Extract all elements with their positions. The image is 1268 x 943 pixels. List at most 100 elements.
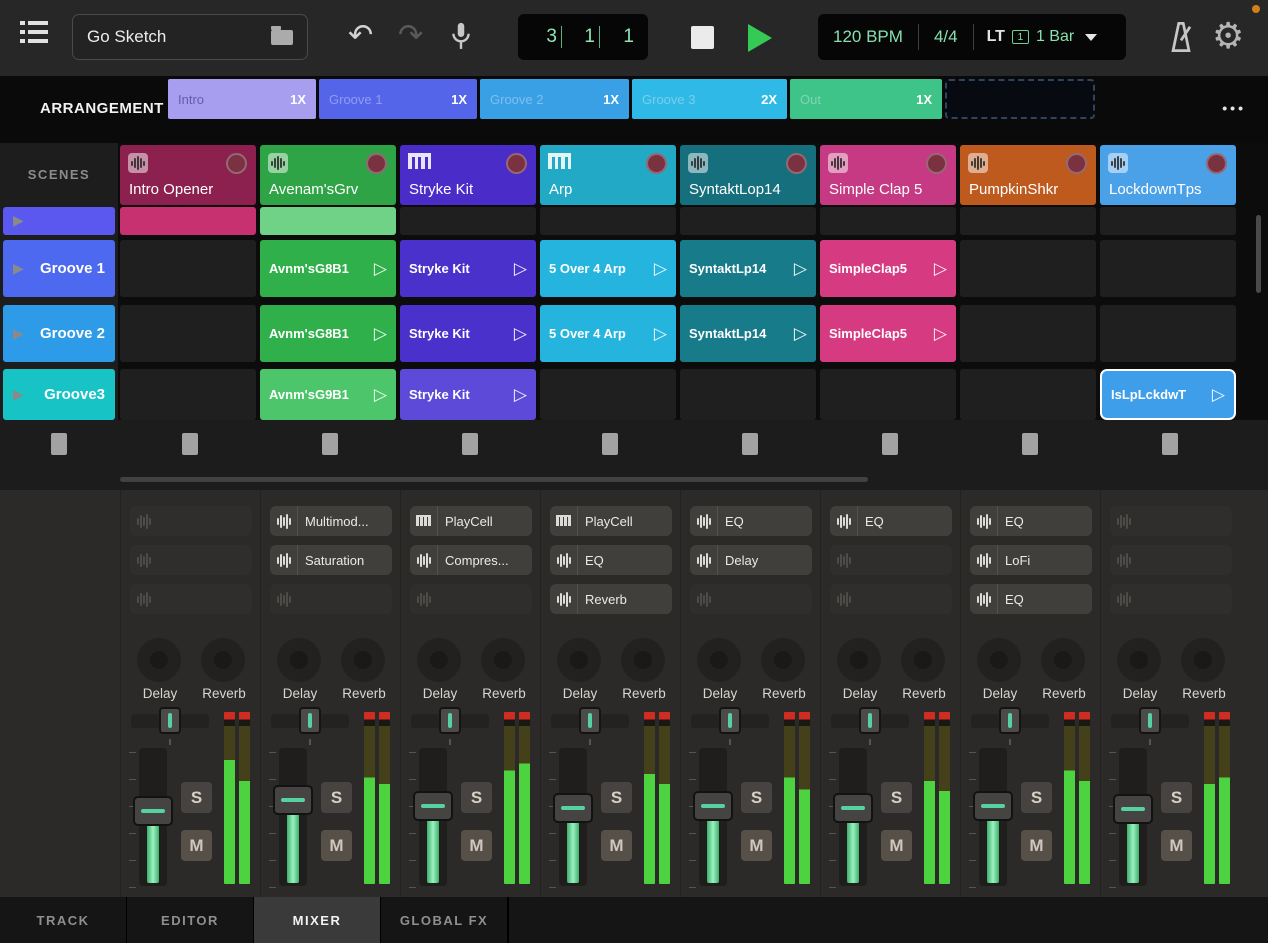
device-slot[interactable]: EQ: [970, 506, 1092, 536]
fader-handle[interactable]: [693, 791, 733, 821]
settings-gear-icon[interactable]: ⚙: [1212, 11, 1244, 63]
solo-button[interactable]: S: [181, 782, 212, 813]
device-slot[interactable]: Saturation: [270, 545, 392, 575]
clip-cell[interactable]: IsLpLckdwT ▷: [1100, 369, 1236, 420]
pan-slider-handle[interactable]: [579, 707, 601, 734]
clip-cell-empty[interactable]: [820, 207, 956, 235]
clip-cell-empty[interactable]: [1100, 305, 1236, 362]
track-stop-button[interactable]: [322, 433, 338, 455]
record-dot[interactable]: [786, 153, 807, 174]
clip-cell[interactable]: [120, 207, 256, 235]
reverb-send-knob[interactable]: [481, 638, 525, 682]
fader-handle[interactable]: [833, 793, 873, 823]
pan-slider-handle[interactable]: [719, 707, 741, 734]
reverb-send-knob[interactable]: [1181, 638, 1225, 682]
clip-cell-empty[interactable]: [1100, 240, 1236, 297]
mute-button[interactable]: M: [1161, 830, 1192, 861]
device-slot-empty[interactable]: [830, 584, 952, 614]
record-dot[interactable]: [366, 153, 387, 174]
track-header[interactable]: Simple Clap 5: [820, 145, 956, 205]
track-stop-button[interactable]: [1022, 433, 1038, 455]
project-name-box[interactable]: Go Sketch: [72, 14, 308, 60]
pan-slider-handle[interactable]: [159, 707, 181, 734]
clip-cell[interactable]: SyntaktLp14 ▷: [680, 305, 816, 362]
record-dot[interactable]: [506, 153, 527, 174]
device-slot-empty[interactable]: [830, 545, 952, 575]
volume-fader[interactable]: [693, 748, 733, 886]
track-stop-button[interactable]: [882, 433, 898, 455]
device-slot[interactable]: PlayCell: [550, 506, 672, 536]
device-slot-empty[interactable]: [410, 584, 532, 614]
tab-mixer[interactable]: MIXER: [254, 897, 381, 943]
clip-cell-empty[interactable]: [960, 207, 1096, 235]
device-slot[interactable]: EQ: [550, 545, 672, 575]
mute-button[interactable]: M: [461, 830, 492, 861]
clip-cell-empty[interactable]: [960, 240, 1096, 297]
tab-editor[interactable]: EDITOR: [127, 897, 254, 943]
clip-cell[interactable]: Avnm'sG8B1 ▷: [260, 240, 396, 297]
device-slot-empty[interactable]: [270, 584, 392, 614]
fader-handle[interactable]: [553, 793, 593, 823]
track-stop-button[interactable]: [742, 433, 758, 455]
arrangement-section[interactable]: Groove 1 1X: [319, 79, 477, 119]
device-slot-empty[interactable]: [130, 545, 252, 575]
clip-cell[interactable]: SimpleClap5 ▷: [820, 240, 956, 297]
device-slot[interactable]: LoFi: [970, 545, 1092, 575]
clip-cell-empty[interactable]: [1100, 207, 1236, 235]
pan-slider-handle[interactable]: [1139, 707, 1161, 734]
clip-cell[interactable]: SyntaktLp14 ▷: [680, 240, 816, 297]
record-dot[interactable]: [646, 153, 667, 174]
volume-fader[interactable]: [973, 748, 1013, 886]
track-header[interactable]: Arp: [540, 145, 676, 205]
device-slot-empty[interactable]: [1110, 584, 1232, 614]
reverb-send-knob[interactable]: [1041, 638, 1085, 682]
quantize-dropdown[interactable]: LT 1 1 Bar: [974, 28, 1111, 46]
pan-slider-handle[interactable]: [439, 707, 461, 734]
delay-send-knob[interactable]: [417, 638, 461, 682]
volume-fader[interactable]: [833, 748, 873, 886]
volume-fader[interactable]: [1113, 748, 1153, 886]
clip-cell[interactable]: Stryke Kit ▷: [400, 240, 536, 297]
mute-button[interactable]: M: [321, 830, 352, 861]
delay-send-knob[interactable]: [697, 638, 741, 682]
device-slot-empty[interactable]: [1110, 506, 1232, 536]
tab-global-fx[interactable]: GLOBAL FX: [381, 897, 508, 943]
delay-send-knob[interactable]: [277, 638, 321, 682]
tempo-value[interactable]: 120 BPM: [818, 27, 918, 47]
track-stop-button[interactable]: [182, 433, 198, 455]
fader-handle[interactable]: [273, 785, 313, 815]
device-slot[interactable]: EQ: [970, 584, 1092, 614]
device-slot[interactable]: Reverb: [550, 584, 672, 614]
reverb-send-knob[interactable]: [621, 638, 665, 682]
clip-cell-empty[interactable]: [960, 305, 1096, 362]
device-slot-empty[interactable]: [130, 506, 252, 536]
track-header[interactable]: Avenam'sGrv: [260, 145, 396, 205]
clip-cell[interactable]: SimpleClap5 ▷: [820, 305, 956, 362]
record-dot[interactable]: [226, 153, 247, 174]
delay-send-knob[interactable]: [137, 638, 181, 682]
clip-cell-empty[interactable]: [540, 369, 676, 420]
device-slot[interactable]: EQ: [830, 506, 952, 536]
track-header[interactable]: Stryke Kit: [400, 145, 536, 205]
arrangement-section[interactable]: Out 1X: [790, 79, 942, 119]
microphone-button[interactable]: [448, 19, 474, 60]
pan-slider-handle[interactable]: [299, 707, 321, 734]
volume-fader[interactable]: [273, 748, 313, 886]
delay-send-knob[interactable]: [837, 638, 881, 682]
solo-button[interactable]: S: [741, 782, 772, 813]
pan-slider-handle[interactable]: [859, 707, 881, 734]
fader-handle[interactable]: [973, 791, 1013, 821]
clip-cell-empty[interactable]: [680, 207, 816, 235]
mute-button[interactable]: M: [741, 830, 772, 861]
scene-button[interactable]: ▶ Groove 1: [3, 240, 115, 297]
track-header[interactable]: LockdownTps: [1100, 145, 1236, 205]
record-dot[interactable]: [1066, 153, 1087, 174]
arrangement-section[interactable]: Groove 3 2X: [632, 79, 787, 119]
clip-cell[interactable]: 5 Over 4 Arp ▷: [540, 305, 676, 362]
scene-button[interactable]: ▶ Groove 2: [3, 305, 115, 362]
clip-cell[interactable]: [260, 207, 396, 235]
stop-button[interactable]: [691, 26, 714, 49]
position-display[interactable]: 3 1 1: [518, 14, 648, 60]
clip-cell-empty[interactable]: [960, 369, 1096, 420]
device-slot[interactable]: Delay: [690, 545, 812, 575]
